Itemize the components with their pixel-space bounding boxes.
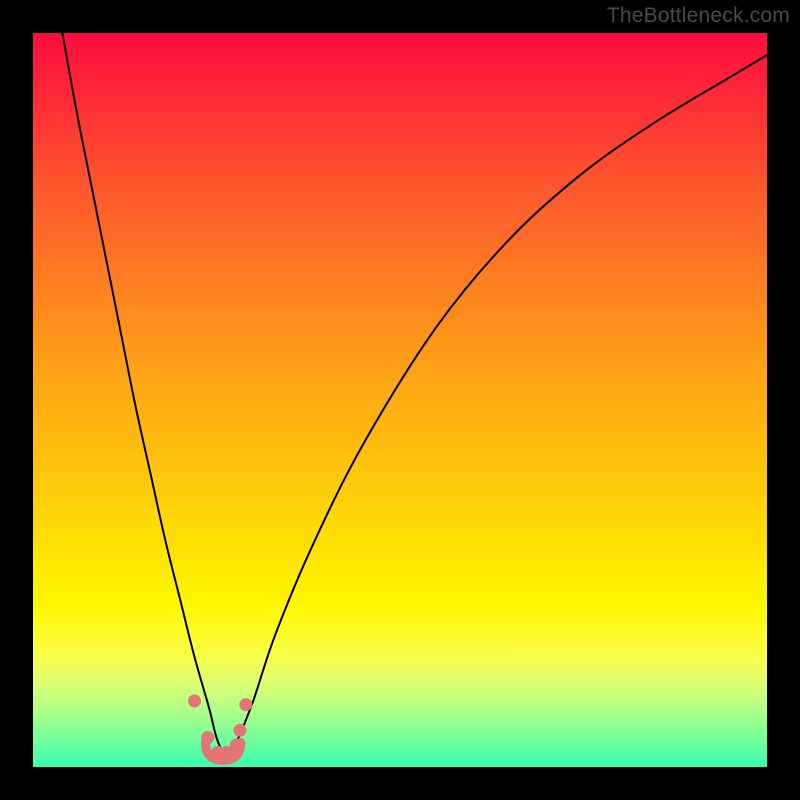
curve-svg <box>33 33 767 767</box>
bottleneck-curve <box>62 33 767 754</box>
plot-area <box>33 33 767 767</box>
chart-frame: TheBottleneck.com <box>0 0 800 800</box>
trough-dot <box>230 738 243 751</box>
watermark-text: TheBottleneck.com <box>607 4 790 28</box>
trough-dot <box>201 731 214 744</box>
trough-dot <box>188 694 201 707</box>
trough-dot <box>239 698 252 711</box>
trough-dot <box>233 724 246 737</box>
